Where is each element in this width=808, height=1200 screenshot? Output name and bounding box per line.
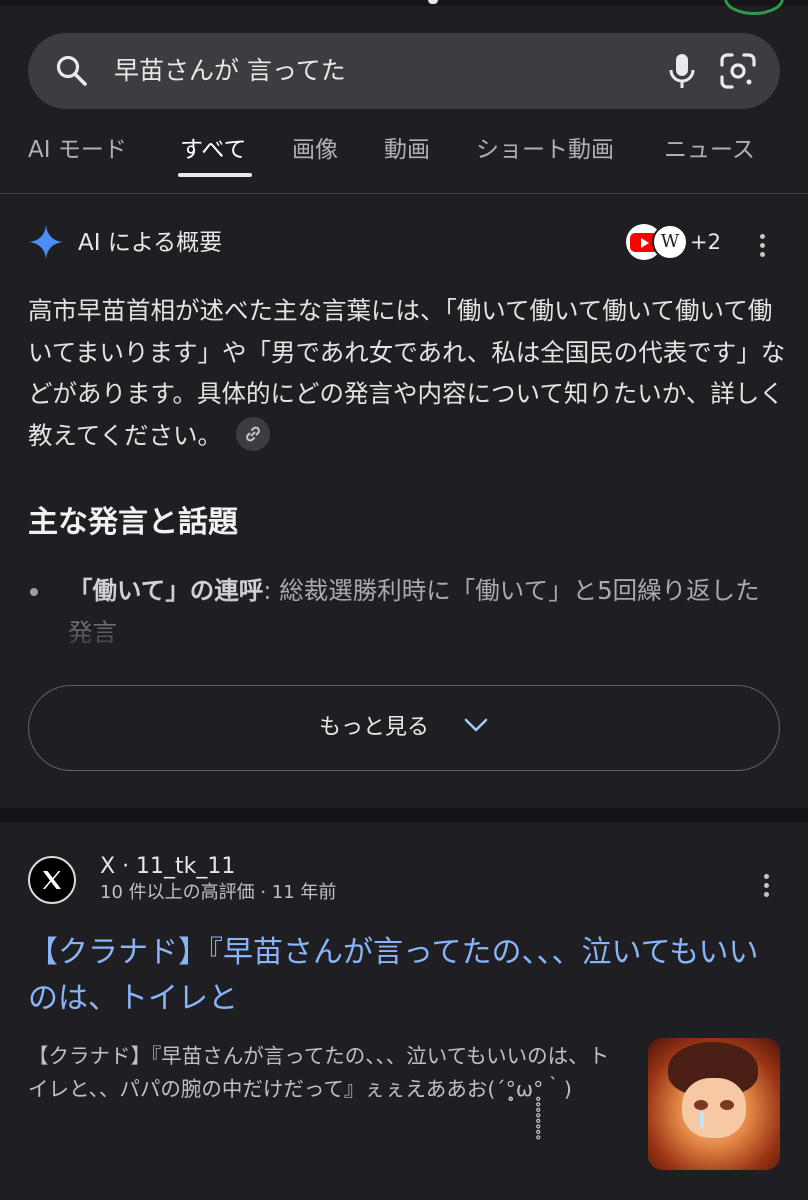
bullet-dot bbox=[30, 588, 38, 596]
tabs-divider bbox=[0, 193, 808, 194]
microphone-icon[interactable] bbox=[664, 51, 700, 91]
citation-link-icon[interactable] bbox=[236, 416, 271, 451]
result-thumbnail-image[interactable] bbox=[648, 1038, 780, 1170]
result-snippet: 【クラナド】『早苗さんが言ってたの、、、泣いてもいいのは、トイレと、、パパの腕の… bbox=[28, 1044, 610, 1101]
content-fade-overlay bbox=[0, 596, 808, 666]
tab-all[interactable]: すべて bbox=[180, 128, 246, 172]
search-tabs: AI モード すべて 画像 動画 ショート動画 ニュース bbox=[0, 128, 808, 180]
tab-videos[interactable]: 動画 bbox=[384, 128, 430, 172]
ai-section-heading: 主な発言と話題 bbox=[28, 505, 238, 540]
result-title-link[interactable]: 【クラナド】『早苗さんが言ってたの、、、泣いてもいいのは、トイレと bbox=[28, 930, 788, 1022]
search-bar[interactable]: 早苗さんが 言ってた bbox=[28, 33, 780, 109]
ai-overview-header: AI による概要 W +2 bbox=[28, 224, 788, 264]
active-tab-indicator bbox=[178, 173, 252, 177]
tab-images[interactable]: 画像 bbox=[292, 128, 338, 172]
wikipedia-source-icon[interactable]: W bbox=[652, 224, 688, 260]
status-dot bbox=[428, 0, 438, 4]
search-input[interactable]: 早苗さんが 言ってた bbox=[114, 53, 346, 89]
show-more-button[interactable]: もっと見る bbox=[28, 685, 780, 771]
tab-ai-mode[interactable]: AI モード bbox=[28, 128, 127, 172]
status-strip bbox=[0, 0, 808, 15]
google-lens-icon[interactable] bbox=[718, 51, 758, 91]
ai-overview-menu-icon[interactable] bbox=[760, 234, 766, 261]
gemini-spark-icon bbox=[29, 225, 63, 259]
account-avatar-ring[interactable] bbox=[724, 0, 784, 15]
more-sources-count[interactable]: +2 bbox=[690, 226, 721, 258]
result-meta: 10 件以上の高評価 · 11 年前 bbox=[100, 882, 337, 903]
ai-overview-summary: 高市早苗首相が述べた主な言葉には、「働いて働いて働いて働いて働いてまいります」や… bbox=[28, 290, 788, 456]
x-logo-icon[interactable] bbox=[28, 856, 76, 904]
tab-news[interactable]: ニュース bbox=[664, 128, 755, 172]
result-site-name[interactable]: X · 11_tk_11 bbox=[100, 852, 235, 882]
chevron-down-icon bbox=[464, 718, 488, 732]
tab-short-videos[interactable]: ショート動画 bbox=[476, 128, 614, 172]
section-separator bbox=[0, 808, 808, 822]
search-result: X · 11_tk_11 10 件以上の高評価 · 11 年前 【クラナド】『早… bbox=[0, 822, 808, 1200]
ai-summary-text: 高市早苗首相が述べた主な言葉には、「働いて働いて働いて働いて働いてまいります」や… bbox=[28, 296, 786, 450]
show-more-label: もっと見る bbox=[319, 715, 430, 740]
result-menu-icon[interactable] bbox=[764, 874, 770, 901]
search-icon[interactable] bbox=[54, 53, 90, 89]
ai-overview-title: AI による概要 bbox=[78, 230, 223, 256]
